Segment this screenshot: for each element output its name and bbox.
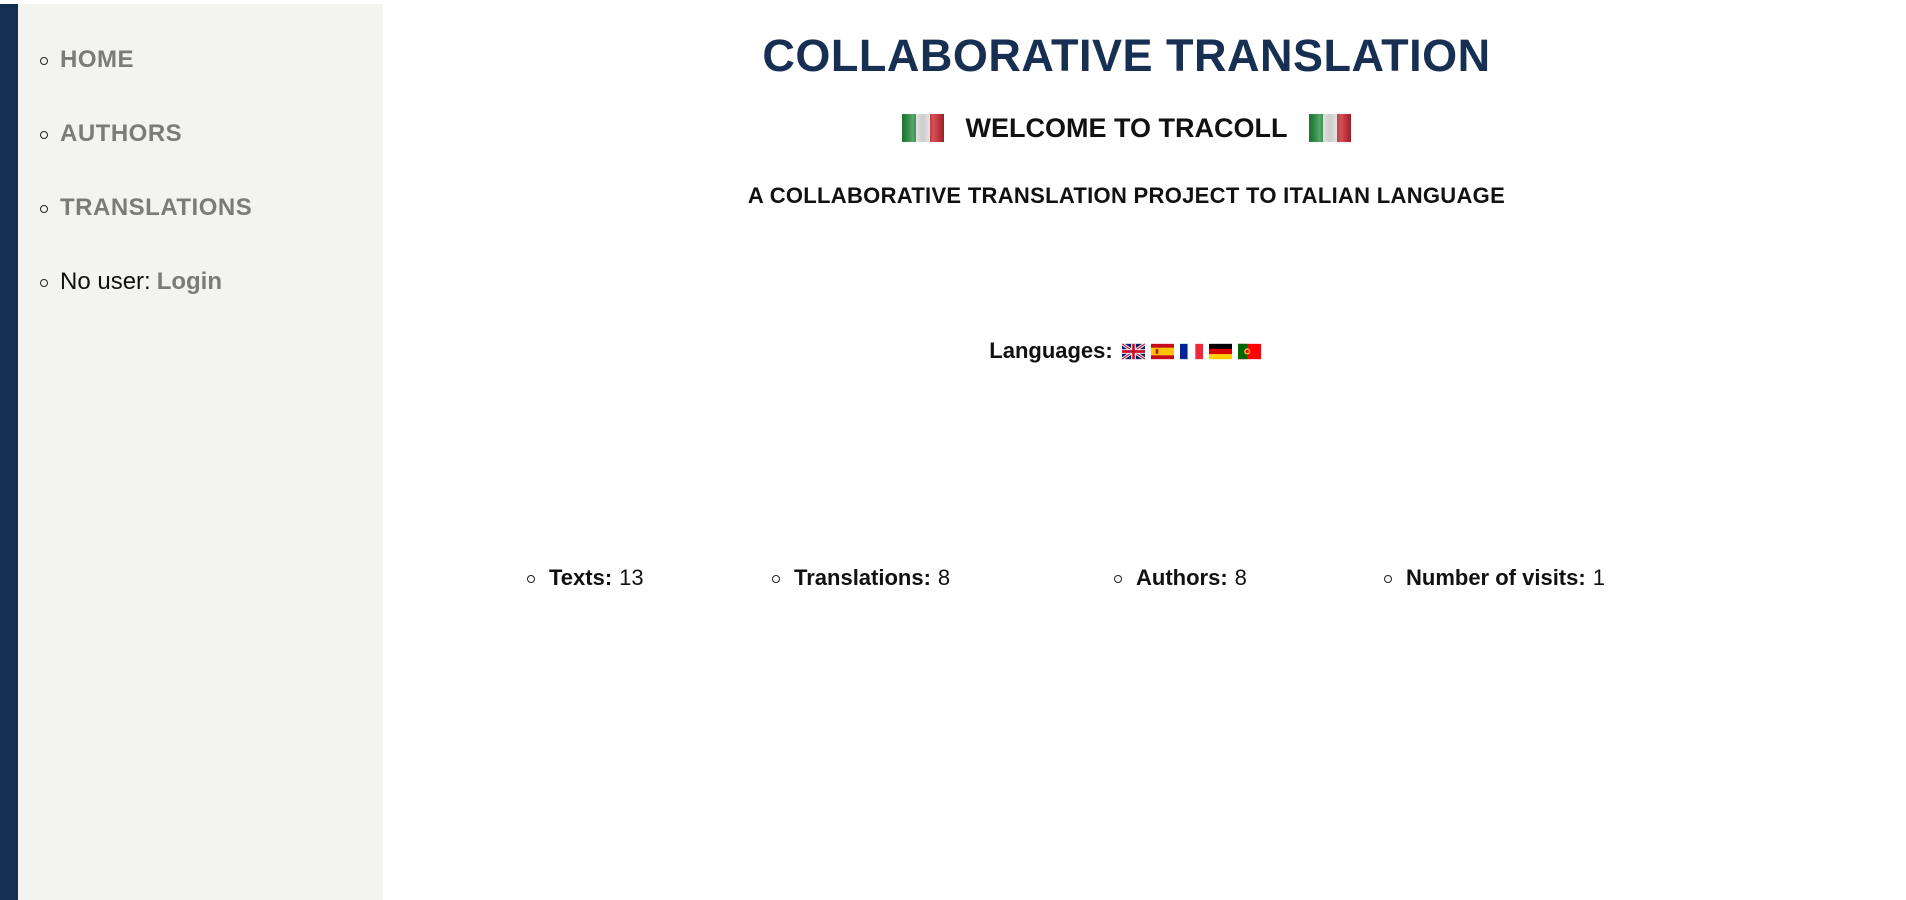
bullet-icon (40, 131, 48, 139)
germany-flag-icon[interactable] (1208, 343, 1232, 360)
languages-label: Languages: (989, 338, 1113, 363)
italy-flag-icon (1309, 112, 1352, 144)
stat-label: Number of visits: (1406, 565, 1586, 590)
translations-link[interactable]: TRANSLATIONS (60, 194, 252, 222)
bullet-icon (40, 57, 48, 65)
user-status-text: No user: (60, 268, 151, 295)
bullet-icon (1114, 575, 1122, 583)
france-flag-icon[interactable] (1179, 343, 1203, 360)
stat-translations: Translations: 8 (772, 565, 950, 591)
sidebar-item-home[interactable]: HOME (40, 46, 134, 74)
stat-authors: Authors: 8 (1114, 565, 1247, 591)
welcome-text: WELCOME TO TRACOLL (965, 112, 1288, 143)
stat-label: Authors: (1136, 565, 1228, 590)
stat-visits: Number of visits: 1 (1384, 565, 1605, 591)
page-title: COLLABORATIVE TRANSLATION (762, 30, 1491, 81)
main-content: COLLABORATIVE TRANSLATION WELCOME TO TRA… (383, 0, 1870, 900)
spain-flag-icon[interactable] (1150, 343, 1174, 360)
stat-value: 13 (619, 565, 644, 590)
login-link[interactable]: Login (157, 268, 222, 296)
authors-link[interactable]: AUTHORS (60, 120, 182, 148)
home-link[interactable]: HOME (60, 46, 134, 74)
sidebar-item-user: No user: Login (40, 268, 222, 296)
languages-bar: Languages: (383, 338, 1870, 364)
stat-label: Translations: (794, 565, 931, 590)
stat-value: 8 (937, 565, 951, 590)
stat-label: Texts: (549, 565, 613, 590)
sidebar-item-authors[interactable]: AUTHORS (40, 120, 182, 148)
bullet-icon (40, 279, 48, 287)
portugal-flag-icon[interactable] (1237, 343, 1261, 360)
site-stats: Texts: 13 Translations: 8 Authors: 8 Num… (383, 565, 1906, 595)
welcome-banner: WELCOME TO TRACOLL (383, 112, 1870, 144)
page: HOME AUTHORS TRANSLATIONS No user: Login… (0, 0, 1906, 900)
bullet-icon (527, 575, 535, 583)
bullet-icon (772, 575, 780, 583)
uk-flag-icon[interactable] (1121, 342, 1145, 360)
sidebar: HOME AUTHORS TRANSLATIONS No user: Login (0, 4, 383, 900)
page-subtitle: A COLLABORATIVE TRANSLATION PROJECT TO I… (747, 183, 1506, 208)
bullet-icon (1384, 575, 1392, 583)
stat-texts: Texts: 13 (527, 565, 644, 591)
sidebar-item-translations[interactable]: TRANSLATIONS (40, 194, 252, 222)
stat-value: 8 (1234, 565, 1247, 590)
italy-flag-icon (901, 112, 944, 144)
bullet-icon (40, 205, 48, 213)
stat-value: 1 (1592, 565, 1605, 590)
